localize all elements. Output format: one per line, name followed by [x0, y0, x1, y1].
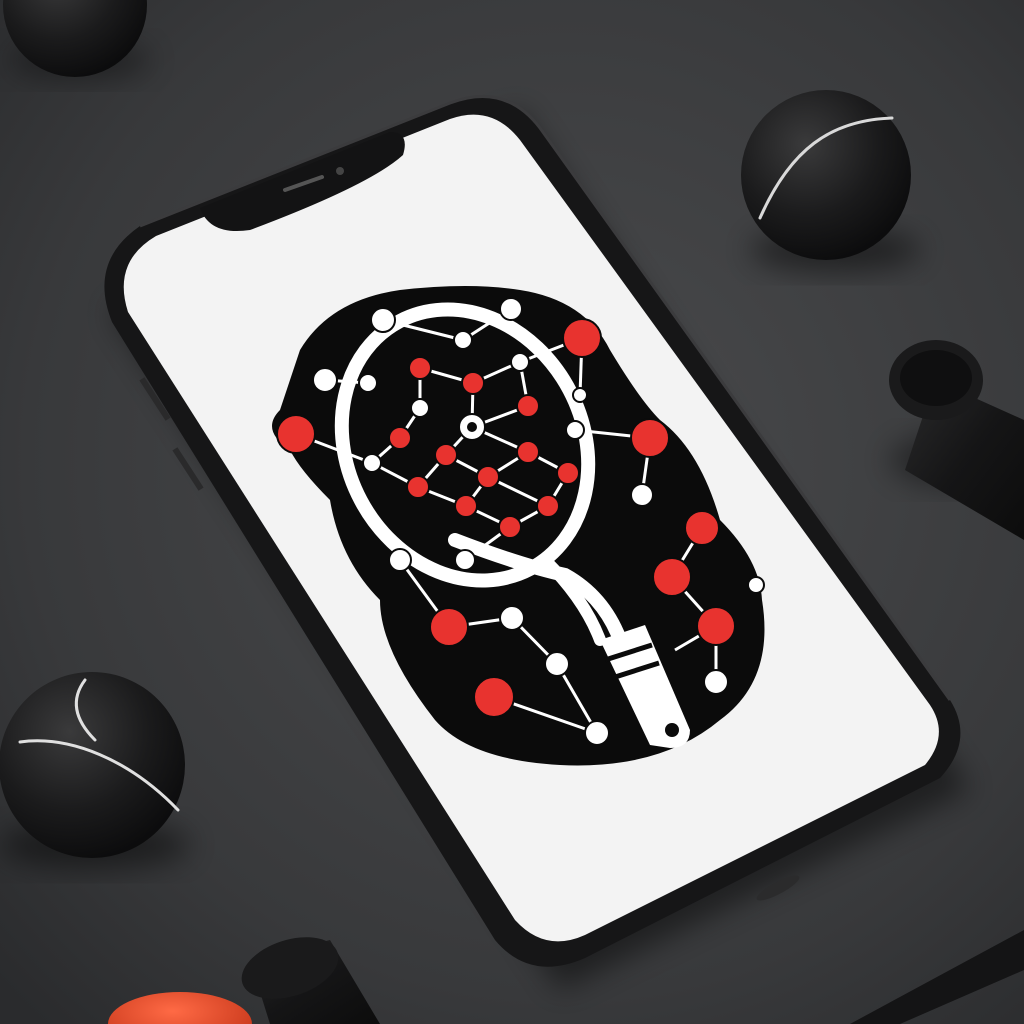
tennis-ball-top-right [741, 90, 920, 272]
product-photo-scene [0, 0, 1024, 1024]
handle-dot [665, 723, 679, 737]
front-camera [336, 167, 344, 175]
tennis-ball-top-left [3, 0, 150, 80]
center-node-ring [467, 422, 477, 432]
